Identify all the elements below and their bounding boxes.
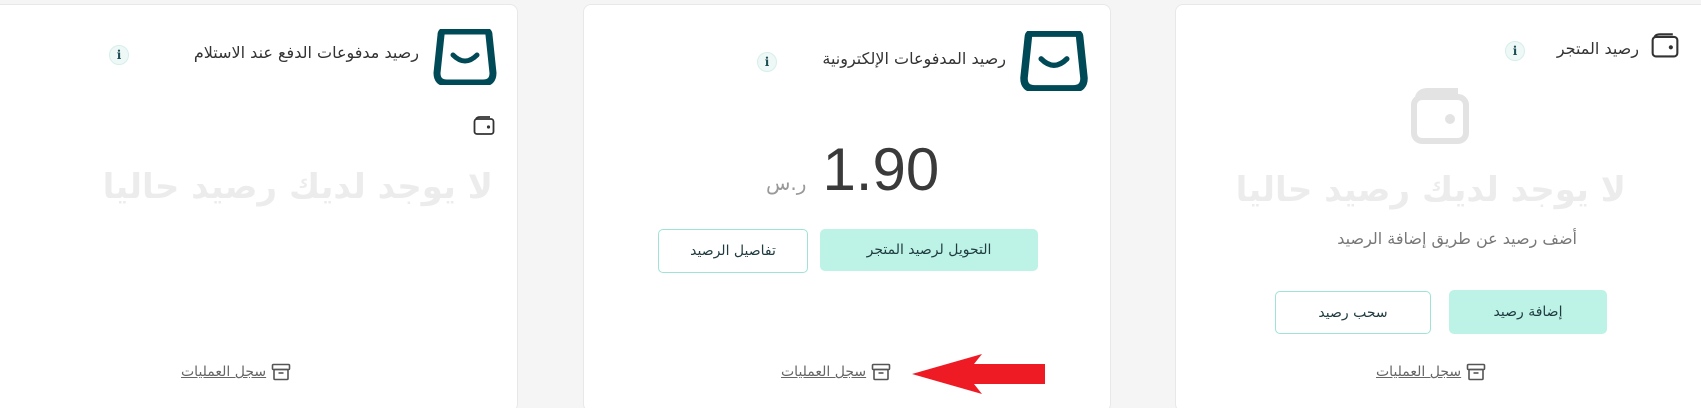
balance-value: 1.90 <box>822 136 940 203</box>
bag-logo-icon <box>1020 31 1088 91</box>
wallet-icon <box>1411 88 1469 144</box>
info-icon[interactable]: i <box>757 52 777 72</box>
empty-balance-text: لا يوجد لديك رصيد حاليا <box>1235 170 1626 210</box>
bag-logo-icon <box>433 29 497 85</box>
archive-box-icon <box>871 363 891 381</box>
transfer-to-store-button[interactable]: التحويل لرصيد المتجر <box>820 229 1038 271</box>
archive-box-icon <box>271 363 291 381</box>
transactions-log-label: سجل العمليات <box>1376 364 1462 380</box>
cod-balance-card: رصيد مدفوعات الدفع عند الاستلام i لا يوج… <box>0 4 518 408</box>
info-icon[interactable]: i <box>109 45 129 65</box>
store-balance-card: رصيد المتجر i لا يوجد لديك رصيد حاليا أض… <box>1175 4 1701 408</box>
info-icon[interactable]: i <box>1505 41 1525 61</box>
balance-amount: ر.س 1.90 <box>766 135 939 204</box>
transactions-log-link[interactable]: سجل العمليات <box>181 363 291 381</box>
archive-box-icon <box>1466 363 1486 381</box>
card-title: رصيد المدفوعات الإلكترونية <box>822 49 1006 68</box>
card-title: رصيد المتجر <box>1556 39 1639 58</box>
currency-label: ر.س <box>766 171 807 195</box>
withdraw-balance-button[interactable]: سحب رصيد <box>1275 291 1431 334</box>
wallet-icon <box>1651 33 1679 58</box>
red-arrow-icon <box>912 354 1045 394</box>
transactions-log-label: سجل العمليات <box>181 364 267 380</box>
balance-details-button[interactable]: تفاصيل الرصيد <box>658 229 808 273</box>
transactions-log-label: سجل العمليات <box>781 364 867 380</box>
transactions-log-link[interactable]: سجل العمليات <box>1376 363 1486 381</box>
card-title: رصيد مدفوعات الدفع عند الاستلام <box>193 43 419 62</box>
epay-balance-card: رصيد المدفوعات الإلكترونية i ر.س 1.90 تف… <box>583 4 1111 408</box>
add-balance-hint: أضف رصيد عن طريق إضافة الرصيد <box>1337 229 1577 248</box>
add-balance-button[interactable]: إضافة رصيد <box>1449 290 1607 334</box>
empty-balance-text: لا يوجد لديك رصيد حاليا <box>102 167 493 207</box>
transactions-log-link[interactable]: سجل العمليات <box>781 363 891 381</box>
wallet-icon <box>473 116 495 135</box>
